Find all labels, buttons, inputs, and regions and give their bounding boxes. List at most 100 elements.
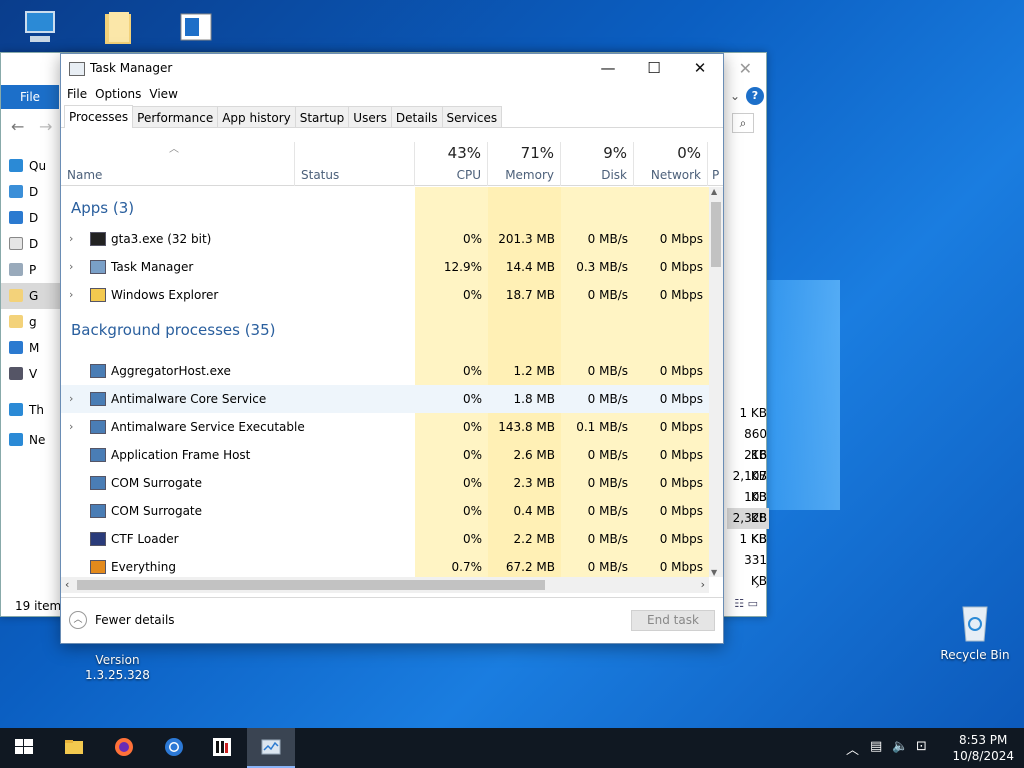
recycle-bin-desktop-icon[interactable]: Recycle Bin	[937, 600, 1013, 662]
column-header-disk[interactable]: 9% Disk	[561, 142, 634, 186]
process-row[interactable]: CTF Loader 0% 2.2 MB 0 MB/s 0 Mbps	[61, 525, 709, 553]
expand-chevron-icon[interactable]: ›	[69, 225, 73, 253]
process-cpu: 0.7%	[451, 560, 483, 574]
process-memory: 2.3 MB	[513, 476, 555, 490]
process-disk: 0 MB/s	[587, 232, 628, 246]
scroll-right-arrow-icon[interactable]: ›	[755, 578, 760, 592]
nav-item-quick-access[interactable]: Qu	[1, 153, 61, 179]
nav-item-videos[interactable]: V	[1, 361, 61, 387]
explorer-close-icon[interactable]: ✕	[739, 59, 752, 78]
horizontal-scrollbar[interactable]: ‹ ›	[61, 577, 709, 593]
process-memory: 67.2 MB	[505, 560, 555, 574]
speaker-icon[interactable]: 🔈	[892, 739, 908, 754]
process-memory: 201.3 MB	[498, 232, 555, 246]
taskbar-chrome[interactable]	[150, 728, 198, 768]
nav-item-this-pc[interactable]: Th	[1, 397, 61, 423]
taskbar: ︿ ▤ 🔈 ⊡ 8:53 PM 10/8/2024	[0, 728, 1024, 768]
process-row[interactable]: Application Frame Host 0% 2.6 MB 0 MB/s 0 Mb…	[61, 441, 709, 469]
expand-chevron-icon[interactable]: ›	[69, 281, 73, 309]
scroll-down-arrow-icon[interactable]: ▼	[711, 568, 717, 577]
network-icon[interactable]: ⊡	[916, 739, 927, 754]
nav-item-pictures[interactable]: P	[1, 257, 61, 283]
nav-item-music[interactable]: M	[1, 335, 61, 361]
expand-chevron-icon[interactable]: ›	[69, 253, 73, 281]
this-pc-desktop-icon[interactable]	[5, 8, 75, 50]
taskbar-file-explorer[interactable]	[50, 728, 98, 768]
close-button[interactable]: ✕	[677, 54, 723, 84]
nav-item-documents[interactable]: D	[1, 231, 61, 257]
process-name: COM Surrogate	[111, 476, 203, 490]
file-size: 2,107 KB	[732, 469, 767, 504]
column-header-name[interactable]: ︿ Name	[61, 142, 295, 186]
help-icon[interactable]: ?	[746, 87, 764, 105]
view-toggle-icons[interactable]: ☷ ▭	[734, 597, 758, 610]
process-row[interactable]: COM Surrogate 0% 0.4 MB 0 MB/s 0 Mbps	[61, 497, 709, 525]
horizontal-scroll-thumb[interactable]	[77, 580, 545, 590]
column-header-memory[interactable]: 71% Memory	[488, 142, 561, 186]
task-manager-titlebar[interactable]: Task Manager — ☐ ✕	[61, 54, 723, 84]
tab-performance[interactable]: Performance	[132, 106, 219, 127]
process-row[interactable]: › Antimalware Core Service 0% 1.8 MB 0 MB/s 0…	[61, 385, 709, 413]
vertical-scrollbar[interactable]: ▲ ▼	[709, 187, 723, 577]
tab-services[interactable]: Services	[441, 106, 503, 127]
document-icon	[9, 237, 23, 250]
explorer-search-icon[interactable]: ⌕	[732, 113, 754, 133]
shortcut-desktop-icon[interactable]	[160, 8, 230, 50]
start-button[interactable]	[0, 728, 48, 768]
pictures-icon	[9, 263, 23, 276]
scroll-right-arrow-icon[interactable]: ›	[701, 578, 705, 591]
firefox-icon	[115, 738, 133, 756]
column-header-status[interactable]: Status	[295, 142, 415, 186]
explorer-file-tab[interactable]: File	[1, 85, 59, 109]
tab-app-history[interactable]: App history	[217, 106, 296, 127]
task-manager-window[interactable]: Task Manager — ☐ ✕ File Options View Pro…	[60, 53, 724, 644]
process-row[interactable]: Everything 0.7% 67.2 MB 0 MB/s 0 Mbps	[61, 553, 709, 577]
nav-item-desktop[interactable]: D	[1, 179, 61, 205]
explorer-navigation-pane: Qu D D D P G g M V Th Ne	[1, 153, 61, 453]
process-list: Apps (3) Background processes (35) › gta3…	[61, 187, 709, 577]
process-row[interactable]: › Windows Explorer 0% 18.7 MB 0 MB/s 0 Mbps	[61, 281, 709, 309]
scroll-up-arrow-icon[interactable]: ▲	[711, 187, 717, 196]
process-row[interactable]: › Task Manager 12.9% 14.4 MB 0.3 MB/s 0 Mbps	[61, 253, 709, 281]
clock[interactable]: 8:53 PM 10/8/2024	[952, 732, 1014, 764]
process-disk: 0.1 MB/s	[576, 420, 628, 434]
tab-users[interactable]: Users	[348, 106, 392, 127]
vertical-scroll-thumb[interactable]	[711, 202, 721, 267]
tab-processes[interactable]: Processes	[64, 105, 134, 128]
maximize-button[interactable]: ☐	[631, 54, 677, 84]
process-row[interactable]: AggregatorHost.exe 0% 1.2 MB 0 MB/s 0 Mbps	[61, 357, 709, 385]
process-row[interactable]: COM Surrogate 0% 2.3 MB 0 MB/s 0 Mbps	[61, 469, 709, 497]
column-header-power[interactable]: P	[708, 142, 723, 186]
column-header-cpu[interactable]: 43% CPU	[415, 142, 488, 186]
process-row[interactable]: › Antimalware Service Executable 0% 143.8 M…	[61, 413, 709, 441]
device-icon[interactable]: ▤	[870, 739, 882, 754]
expand-chevron-icon[interactable]: ›	[69, 385, 73, 413]
end-task-button[interactable]: End task	[631, 610, 715, 631]
nav-item-folder[interactable]: g	[1, 309, 61, 335]
tab-startup[interactable]: Startup	[294, 106, 350, 127]
process-row[interactable]: › gta3.exe (32 bit) 0% 201.3 MB 0 MB/s 0 Mbps	[61, 225, 709, 253]
folder-desktop-icon[interactable]	[82, 8, 152, 50]
menu-file[interactable]: File	[67, 84, 93, 106]
column-header-network[interactable]: 0% Network	[634, 142, 708, 186]
nav-item-network[interactable]: Ne	[1, 427, 61, 453]
back-arrow-icon[interactable]: ←	[11, 117, 24, 136]
menu-view[interactable]: View	[149, 84, 183, 106]
fewer-details-button[interactable]: ︿ Fewer details	[69, 611, 175, 629]
minimize-button[interactable]: —	[585, 54, 631, 84]
taskbar-gta3[interactable]	[198, 728, 246, 768]
expand-chevron-icon[interactable]: ›	[69, 413, 73, 441]
service-icon	[90, 504, 106, 518]
taskbar-task-manager[interactable]	[247, 728, 295, 768]
nav-item-downloads[interactable]: D	[1, 205, 61, 231]
process-memory: 1.8 MB	[513, 392, 555, 406]
taskbar-firefox[interactable]	[100, 728, 148, 768]
menu-options[interactable]: Options	[95, 84, 147, 106]
nav-item-selected-folder[interactable]: G	[1, 283, 61, 309]
tab-details[interactable]: Details	[390, 106, 443, 127]
forward-arrow-icon[interactable]: →	[39, 117, 52, 136]
ribbon-expand-chevron-icon[interactable]: ⌄	[730, 89, 740, 103]
scroll-left-arrow-icon[interactable]: ‹	[65, 578, 69, 591]
process-cpu: 0%	[462, 232, 482, 246]
show-hidden-icons-chevron-icon[interactable]: ︿	[846, 739, 859, 758]
